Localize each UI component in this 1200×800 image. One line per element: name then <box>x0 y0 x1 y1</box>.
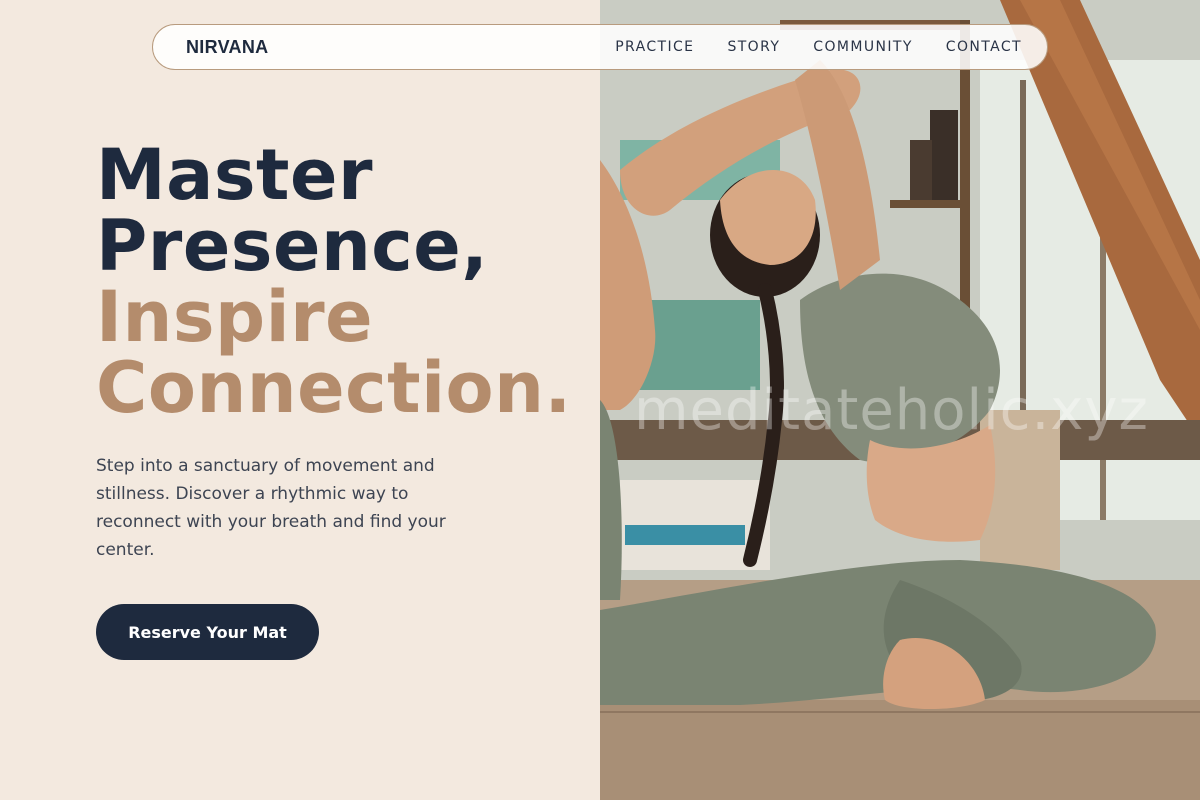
headline-line-inspire: Inspire <box>96 276 374 358</box>
hero-headline: Master Presence, Inspire Connection. <box>96 140 596 424</box>
top-navigation-bar: NIRVANA PRACTICE STORY COMMUNITY CONTACT <box>152 24 1048 70</box>
nav-menu: PRACTICE STORY COMMUNITY CONTACT <box>615 39 1022 55</box>
brand-logo[interactable]: NIRVANA <box>186 37 268 58</box>
headline-line-master: Master <box>96 134 374 216</box>
nav-item-story[interactable]: STORY <box>727 39 780 55</box>
headline-line-presence: Presence, <box>96 205 489 287</box>
image-watermark: meditateholic.xyz <box>634 378 1149 443</box>
reserve-mat-button[interactable]: Reserve Your Mat <box>96 604 319 660</box>
nav-item-contact[interactable]: CONTACT <box>946 39 1022 55</box>
hero-description: Step into a sanctuary of movement and st… <box>96 456 446 560</box>
nav-item-practice[interactable]: PRACTICE <box>615 39 694 55</box>
nav-item-community[interactable]: COMMUNITY <box>813 39 913 55</box>
headline-line-connection: Connection. <box>96 347 572 429</box>
